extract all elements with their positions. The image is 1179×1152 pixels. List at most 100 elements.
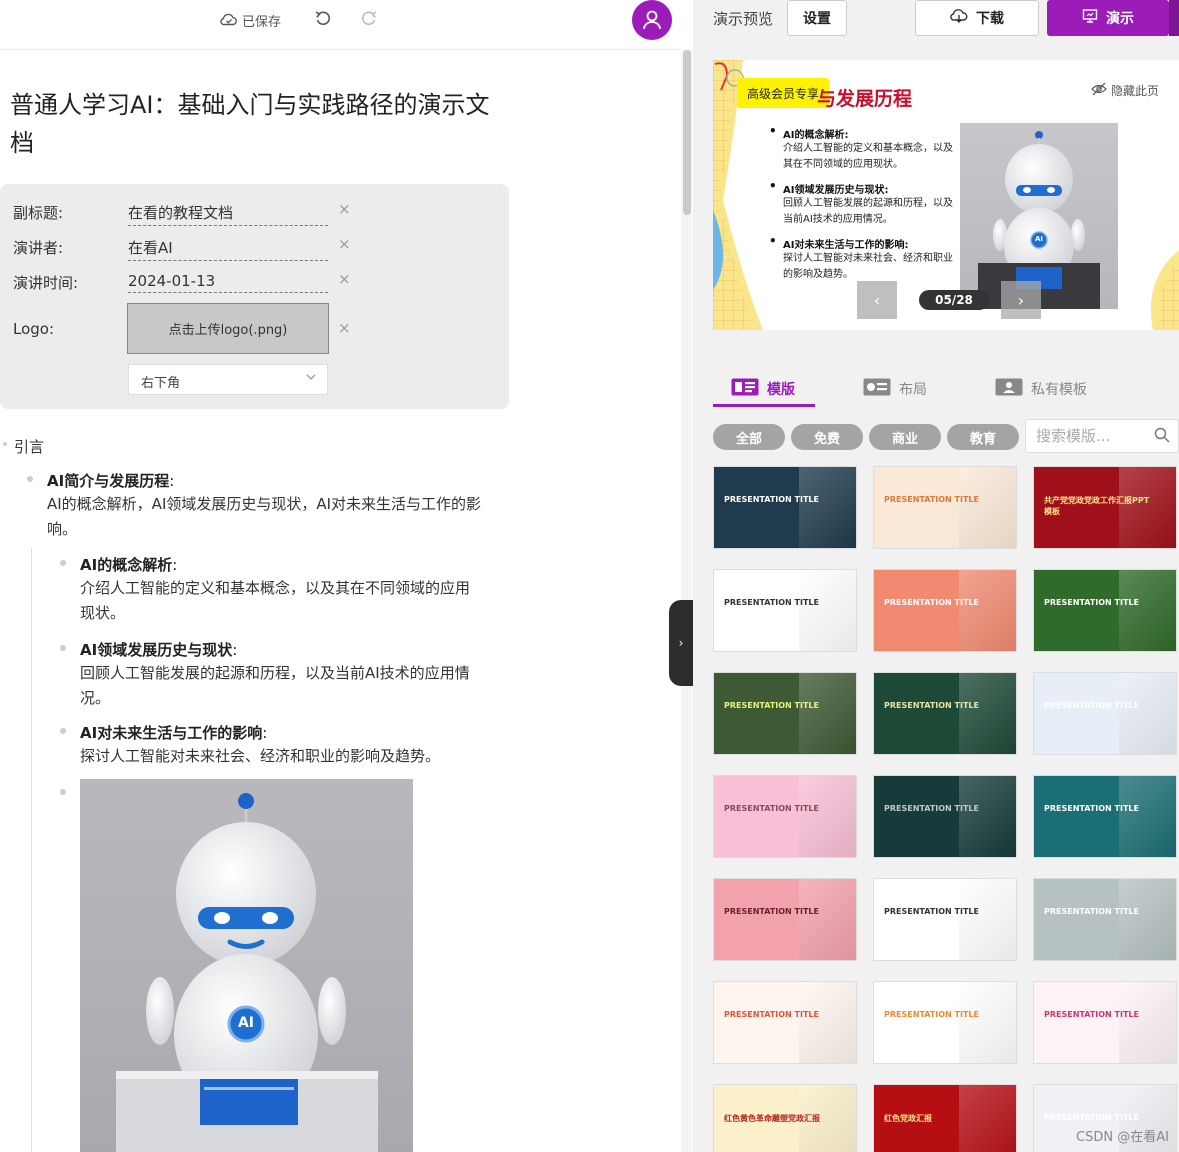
template-decoration [799, 467, 856, 548]
panel-header: 演示预览 设置 下载 演示 [693, 0, 1179, 40]
template-thumbnail[interactable]: PRESENTATION TITLE [1033, 569, 1177, 652]
document-meta-panel: 副标题: 在看的教程文档 × 演讲者: 在看AI × 演讲时间: 2024-01… [0, 184, 509, 409]
robot-illustration [116, 793, 378, 1152]
tab-layout[interactable]: 布局 [863, 378, 927, 400]
template-thumbnail[interactable]: PRESENTATION TITLE [713, 878, 857, 961]
filter-business[interactable]: 商业 [869, 424, 941, 450]
present-options-caret[interactable] [1169, 0, 1179, 36]
slide-bullet-desc: 探讨人工智能对未来社会、经济和职业的影响及趋势。 [783, 253, 953, 280]
editor-scrollbar-thumb[interactable] [683, 50, 691, 215]
template-thumbnail[interactable]: PRESENTATION TITLE [873, 775, 1017, 858]
outline-bullet [60, 560, 66, 566]
clear-subtitle-icon[interactable]: × [338, 200, 351, 218]
template-thumbnail[interactable]: PRESENTATION TITLE [873, 569, 1017, 652]
clear-logo-icon[interactable]: × [338, 319, 351, 337]
template-thumbnail[interactable]: 红色黄色革命雕塑党政汇报 [713, 1084, 857, 1152]
document-title[interactable]: 普通人学习AI：基础入门与实践路径的演示文档 [10, 86, 510, 162]
template-thumbnail[interactable]: PRESENTATION TITLE [873, 672, 1017, 755]
template-thumbnail[interactable]: PRESENTATION TITLE [1033, 672, 1177, 755]
download-button[interactable]: 下载 [915, 0, 1039, 36]
download-label: 下载 [976, 11, 1004, 27]
tab-private-label: 私有模板 [1031, 382, 1087, 398]
template-thumbnail[interactable]: 红色党政汇报 [873, 1084, 1017, 1152]
template-title: PRESENTATION TITLE [1044, 907, 1139, 916]
outline-section-title[interactable]: AI简介与发展历程: [47, 470, 174, 491]
outline-heading[interactable]: 引言 [14, 436, 44, 457]
template-title: PRESENTATION TITLE [724, 495, 819, 504]
logo-position-select[interactable]: 右下角 [128, 364, 328, 395]
outline-bullet [27, 476, 33, 482]
settings-button[interactable]: 设置 [787, 0, 847, 36]
template-thumbnail[interactable]: PRESENTATION TITLE [713, 981, 857, 1064]
template-decoration [799, 673, 856, 754]
slide-preview[interactable]: 高级会员专享 与发展历程 隐藏此页 AI的概念解析: 介绍人工智能的定义和基本概… [713, 60, 1179, 330]
template-search-box [1025, 419, 1179, 453]
slide-bullet-title: AI对未来生活与工作的影响: [769, 234, 909, 251]
template-title: PRESENTATION TITLE [884, 907, 979, 916]
outline-section-desc[interactable]: AI的概念解析，AI领域发展历史与现状，AI对未来生活与工作的影响。 [47, 492, 487, 542]
tab-private-templates[interactable]: 私有模板 [995, 378, 1087, 400]
template-thumbnail[interactable]: PRESENTATION TITLE [1033, 878, 1177, 961]
editor-pane: 已保存 普通人学习AI：基础入门与实践路径的演示文档 副标题: 在看的教程文档 … [0, 0, 680, 1152]
slide-bullet-title: AI领域发展历史与现状: [769, 179, 889, 196]
redo-icon[interactable] [360, 10, 380, 30]
speaker-label: 演讲者: [13, 239, 64, 257]
outline-item-title[interactable]: AI对未来生活与工作的影响: [80, 722, 267, 743]
eye-off-icon [1091, 82, 1107, 99]
vip-badge: 高级会员专享 [737, 78, 829, 108]
slide-prev-button[interactable]: ‹ [857, 281, 897, 319]
template-title: 红色党政汇报 [884, 1114, 932, 1123]
template-title: PRESENTATION TITLE [1044, 1010, 1139, 1019]
upload-logo-button[interactable]: 点击上传logo(.png) [127, 303, 329, 354]
template-title: PRESENTATION TITLE [1044, 804, 1139, 813]
filter-all[interactable]: 全部 [713, 424, 785, 450]
subtitle-field[interactable]: 在看的教程文档 [128, 202, 328, 226]
tab-templates[interactable]: 模版 [731, 378, 795, 400]
outline-item-desc[interactable]: 介绍人工智能的定义和基本概念，以及其在不同领域的应用现状。 [80, 576, 480, 626]
template-thumbnail[interactable]: PRESENTATION TITLE [713, 569, 857, 652]
outline-item-title[interactable]: AI的概念解析: [80, 554, 177, 575]
search-icon[interactable] [1154, 427, 1170, 447]
present-label: 演示 [1106, 11, 1134, 27]
present-button[interactable]: 演示 [1047, 0, 1169, 36]
clear-time-icon[interactable]: × [338, 270, 351, 288]
template-thumbnail[interactable]: PRESENTATION TITLE [1033, 775, 1177, 858]
clear-speaker-icon[interactable]: × [338, 235, 351, 253]
speaker-field[interactable]: 在看AI [128, 237, 328, 261]
template-search-input[interactable] [1026, 420, 1146, 452]
editor-toolbar: 已保存 [0, 0, 680, 50]
filter-free[interactable]: 免费 [791, 424, 863, 450]
outline-item-desc[interactable]: 回顾人工智能发展的起源和历程，以及当前AI技术的应用情况。 [80, 661, 480, 711]
outline-item-title[interactable]: AI领域发展历史与现状: [80, 639, 237, 660]
slide-next-button[interactable]: › [1001, 281, 1041, 319]
logo-position-value: 右下角 [141, 376, 181, 391]
template-thumbnail[interactable]: 共产党党政党政工作汇报PPT模板 [1033, 466, 1177, 549]
user-avatar[interactable] [632, 0, 672, 40]
template-thumbnail[interactable]: PRESENTATION TITLE [713, 672, 857, 755]
template-thumbnail[interactable]: PRESENTATION TITLE [713, 775, 857, 858]
hide-page-button[interactable]: 隐藏此页 [1091, 82, 1159, 99]
template-title: PRESENTATION TITLE [1044, 701, 1139, 710]
template-thumbnail[interactable]: PRESENTATION TITLE [873, 981, 1017, 1064]
time-label: 演讲时间: [13, 274, 79, 292]
presentation-icon [1082, 8, 1098, 28]
slide-bullet-desc: 介绍人工智能的定义和基本概念，以及其在不同领域的应用现状。 [783, 143, 953, 170]
outline-bullet [60, 645, 66, 651]
collapse-panel-button[interactable]: › [669, 600, 693, 686]
template-thumbnail[interactable]: PRESENTATION TITLE [873, 466, 1017, 549]
template-title: PRESENTATION TITLE [884, 701, 979, 710]
template-decoration [1119, 673, 1176, 754]
template-thumbnail[interactable]: PRESENTATION TITLE [873, 878, 1017, 961]
undo-icon[interactable] [314, 10, 334, 30]
robot-image[interactable]: AI [80, 779, 413, 1152]
active-tab-underline [713, 404, 815, 407]
filter-education[interactable]: 教育 [947, 424, 1019, 450]
hide-page-label: 隐藏此页 [1111, 84, 1160, 98]
outline-item-desc[interactable]: 探讨人工智能对未来社会、经济和职业的影响及趋势。 [80, 744, 500, 769]
cloud-check-icon [220, 12, 238, 30]
template-thumbnail[interactable]: PRESENTATION TITLE [1033, 981, 1177, 1064]
template-thumbnail[interactable]: PRESENTATION TITLE [713, 466, 857, 549]
slide-page-indicator: 05/28 [919, 290, 989, 310]
time-field[interactable]: 2024-01-13 [128, 272, 328, 293]
template-decoration [1119, 879, 1176, 960]
